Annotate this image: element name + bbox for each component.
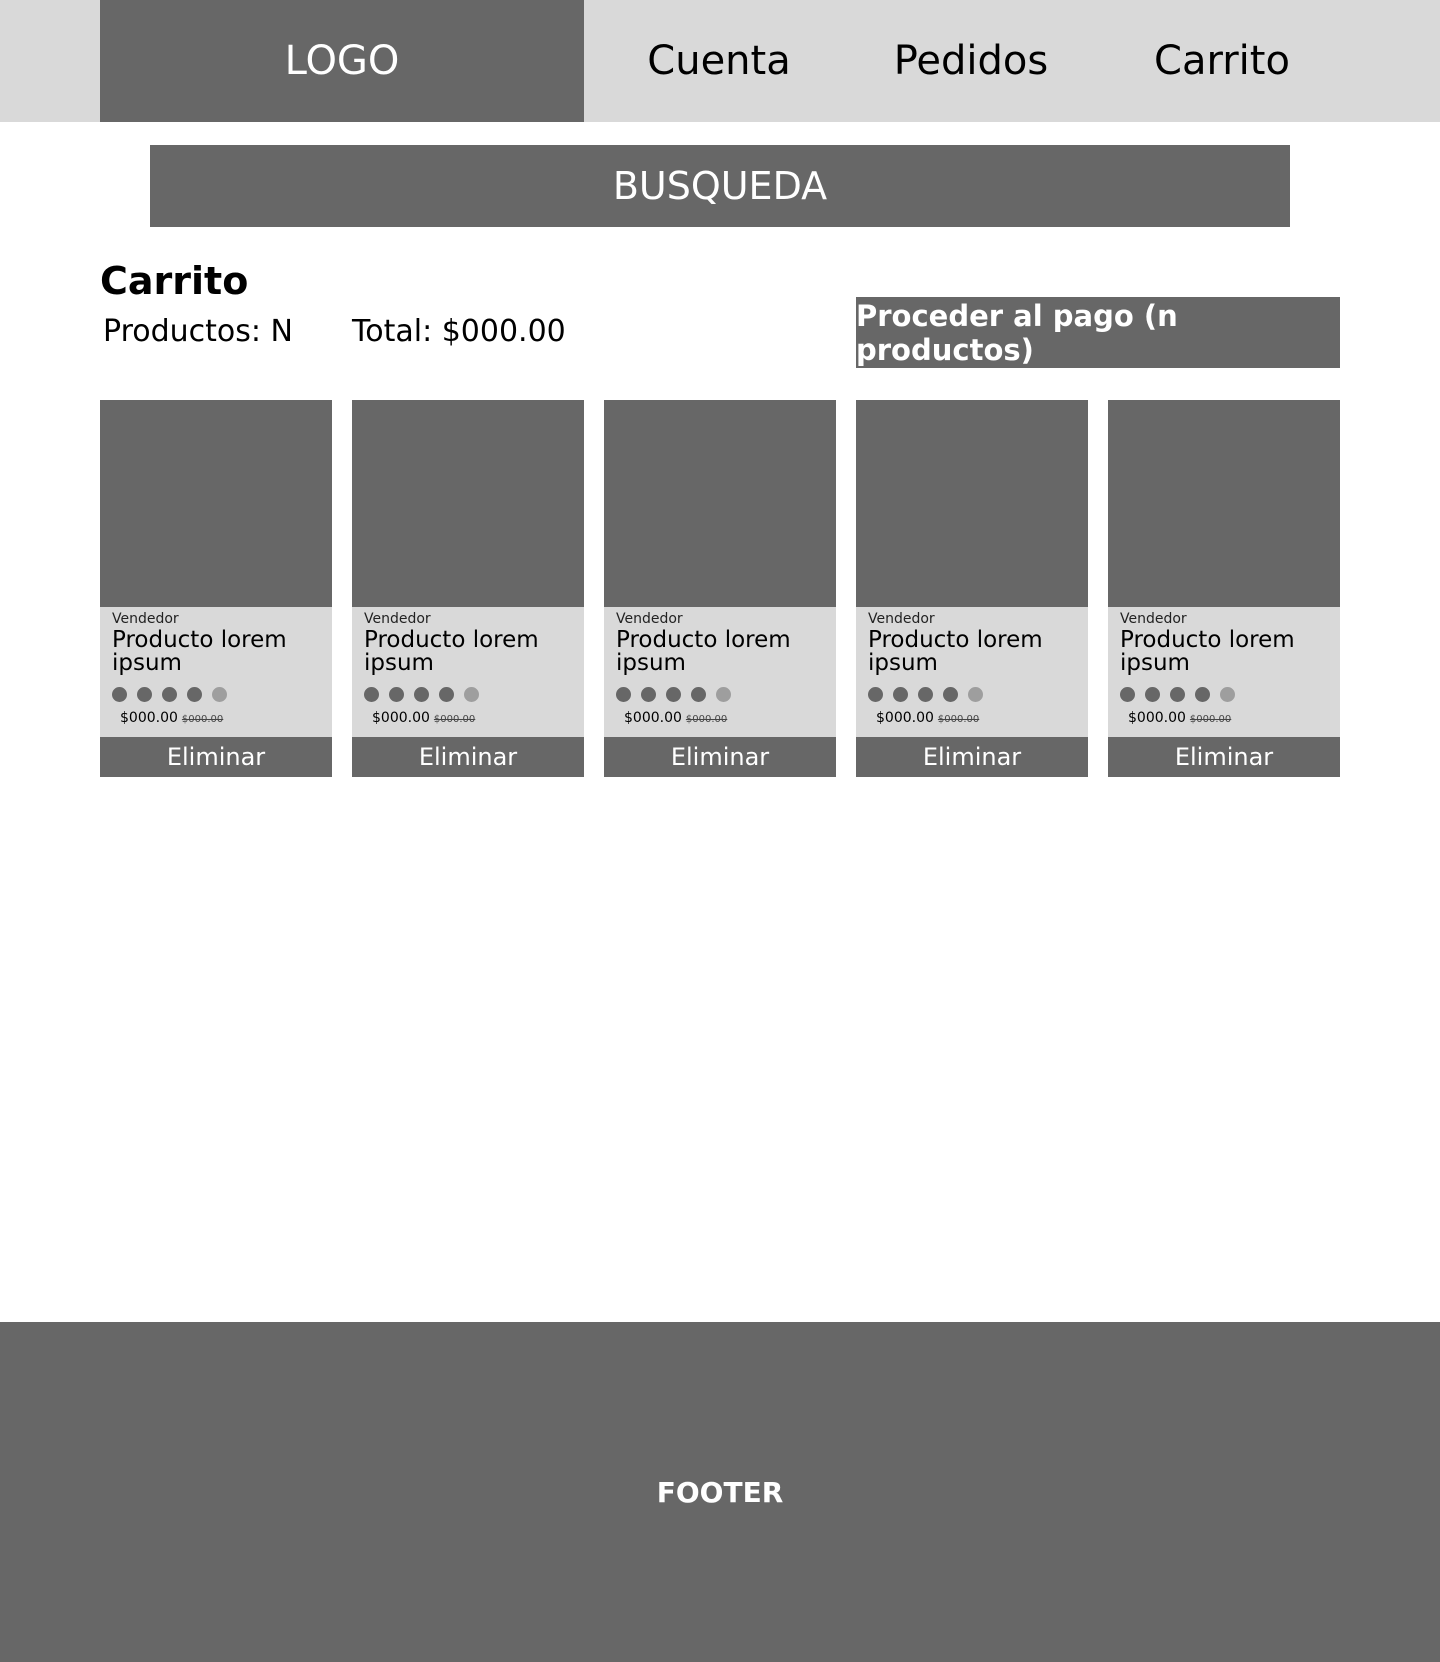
product-rating <box>616 687 741 702</box>
rating-dot-icon <box>439 687 454 702</box>
rating-dot-icon <box>943 687 958 702</box>
rating-dot-icon <box>666 687 681 702</box>
product-name[interactable]: Producto lorem ipsum <box>616 629 831 675</box>
product-price-row: $000.00 $000.00 <box>876 710 979 726</box>
rating-dot-icon <box>893 687 908 702</box>
nav-item-carrito[interactable]: Carrito <box>1112 0 1332 122</box>
search-bar[interactable]: BUSQUEDA <box>150 145 1290 227</box>
product-card[interactable]: Vendedor Producto lorem ipsum $000.00 $000.… <box>100 400 332 777</box>
product-rating <box>112 687 237 702</box>
rating-dot-icon <box>616 687 631 702</box>
products-count: Productos: N <box>103 314 293 349</box>
page-title: Carrito <box>100 259 249 303</box>
rating-dot-icon <box>389 687 404 702</box>
product-card[interactable]: Vendedor Producto lorem ipsum $000.00 $000.… <box>856 400 1088 777</box>
product-name[interactable]: Producto lorem ipsum <box>1120 629 1335 675</box>
rating-dot-icon <box>968 687 983 702</box>
footer: FOOTER <box>0 1322 1440 1662</box>
product-image[interactable] <box>604 400 836 607</box>
rating-dot-icon <box>1170 687 1185 702</box>
rating-dot-icon <box>716 687 731 702</box>
rating-dot-icon <box>868 687 883 702</box>
product-price: $000.00 <box>624 710 682 726</box>
product-name[interactable]: Producto lorem ipsum <box>112 629 327 675</box>
product-card[interactable]: Vendedor Producto lorem ipsum $000.00 $000.… <box>1108 400 1340 777</box>
rating-dot-icon <box>1120 687 1135 702</box>
product-price-row: $000.00 $000.00 <box>624 710 727 726</box>
product-old-price: $000.00 <box>937 714 980 725</box>
product-old-price: $000.00 <box>685 714 728 725</box>
product-price-row: $000.00 $000.00 <box>372 710 475 726</box>
rating-dot-icon <box>1220 687 1235 702</box>
rating-dot-icon <box>414 687 429 702</box>
product-card[interactable]: Vendedor Producto lorem ipsum $000.00 $000.… <box>352 400 584 777</box>
remove-button[interactable]: Eliminar <box>856 737 1088 777</box>
nav-item-pedidos[interactable]: Pedidos <box>861 0 1081 122</box>
nav-item-cuenta[interactable]: Cuenta <box>609 0 829 122</box>
product-rating <box>364 687 489 702</box>
rating-dot-icon <box>464 687 479 702</box>
remove-button[interactable]: Eliminar <box>604 737 836 777</box>
remove-button[interactable]: Eliminar <box>352 737 584 777</box>
product-vendor: Vendedor <box>868 611 935 627</box>
product-name[interactable]: Producto lorem ipsum <box>364 629 579 675</box>
remove-button[interactable]: Eliminar <box>100 737 332 777</box>
rating-dot-icon <box>187 687 202 702</box>
product-image[interactable] <box>352 400 584 607</box>
logo[interactable]: LOGO <box>100 0 584 122</box>
product-price-row: $000.00 $000.00 <box>120 710 223 726</box>
rating-dot-icon <box>137 687 152 702</box>
rating-dot-icon <box>691 687 706 702</box>
product-image[interactable] <box>1108 400 1340 607</box>
product-image[interactable] <box>100 400 332 607</box>
product-vendor: Vendedor <box>616 611 683 627</box>
product-vendor: Vendedor <box>112 611 179 627</box>
rating-dot-icon <box>918 687 933 702</box>
product-price: $000.00 <box>120 710 178 726</box>
product-price: $000.00 <box>372 710 430 726</box>
rating-dot-icon <box>1145 687 1160 702</box>
product-price-row: $000.00 $000.00 <box>1128 710 1231 726</box>
product-card[interactable]: Vendedor Producto lorem ipsum $000.00 $000.… <box>604 400 836 777</box>
product-price: $000.00 <box>876 710 934 726</box>
rating-dot-icon <box>162 687 177 702</box>
remove-button[interactable]: Eliminar <box>1108 737 1340 777</box>
product-vendor: Vendedor <box>364 611 431 627</box>
rating-dot-icon <box>641 687 656 702</box>
checkout-button[interactable]: Proceder al pago (n productos) <box>856 297 1340 368</box>
rating-dot-icon <box>364 687 379 702</box>
product-name[interactable]: Producto lorem ipsum <box>868 629 1083 675</box>
product-image[interactable] <box>856 400 1088 607</box>
header: LOGO Cuenta Pedidos Carrito <box>0 0 1440 122</box>
product-rating <box>1120 687 1245 702</box>
product-vendor: Vendedor <box>1120 611 1187 627</box>
rating-dot-icon <box>112 687 127 702</box>
product-old-price: $000.00 <box>181 714 224 725</box>
product-old-price: $000.00 <box>433 714 476 725</box>
rating-dot-icon <box>212 687 227 702</box>
rating-dot-icon <box>1195 687 1210 702</box>
product-rating <box>868 687 993 702</box>
product-price: $000.00 <box>1128 710 1186 726</box>
cart-total: Total: $000.00 <box>352 314 566 349</box>
product-old-price: $000.00 <box>1189 714 1232 725</box>
